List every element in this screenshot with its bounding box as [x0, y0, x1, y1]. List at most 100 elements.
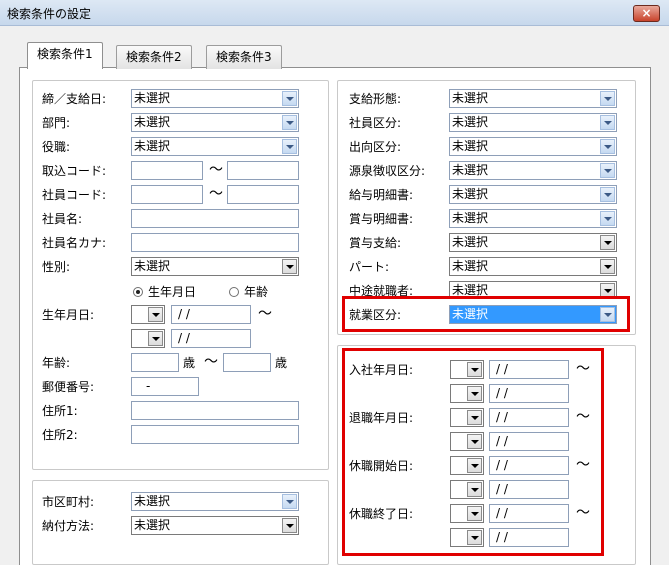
hire-date-era-from-select[interactable]: [450, 360, 484, 379]
withholding-value: 未選択: [452, 163, 489, 177]
employee-code-to-input[interactable]: [227, 185, 299, 204]
gender-value: 未選択: [134, 259, 171, 273]
withholding-label: 源泉徴収区分:: [349, 164, 426, 178]
employee-code-from-input[interactable]: [131, 185, 203, 204]
municipality-value: 未選択: [134, 494, 171, 508]
bonus-payment-select[interactable]: 未選択: [449, 233, 617, 252]
payslip-select[interactable]: 未選択: [449, 185, 617, 204]
birthdate-label: 生年月日:: [42, 308, 95, 322]
leave-end-from-value: / /: [496, 506, 508, 520]
chevron-down-icon: [600, 187, 615, 202]
range-tilde: ～: [576, 361, 590, 377]
postal-code-value: -: [146, 379, 151, 393]
age-radio-label: 年齢: [244, 285, 269, 299]
birthdate-to-value: / /: [178, 331, 190, 345]
retire-date-to-value: / /: [496, 434, 508, 448]
birthdate-radio[interactable]: [133, 287, 143, 297]
department-label: 部門:: [42, 116, 71, 130]
leave-start-from-input[interactable]: / /: [489, 456, 569, 475]
birthdate-from-input[interactable]: / /: [171, 305, 251, 324]
retire-date-from-input[interactable]: / /: [489, 408, 569, 427]
import-code-from-input[interactable]: [131, 161, 203, 180]
date-conditions-highlight: [342, 348, 604, 556]
tab-search-condition-3[interactable]: 検索条件3: [206, 45, 282, 69]
chevron-down-icon: [148, 307, 163, 322]
payslip-label: 給与明細書:: [349, 188, 414, 202]
birthdate-from-value: / /: [178, 307, 190, 321]
payday-label: 締／支給日:: [42, 92, 107, 106]
hire-date-era-to-select[interactable]: [450, 384, 484, 403]
birthdate-era-to-select[interactable]: [131, 329, 165, 348]
leave-end-from-input[interactable]: / /: [489, 504, 569, 523]
age-radio[interactable]: [229, 287, 239, 297]
birthdate-to-input[interactable]: / /: [171, 329, 251, 348]
tab-search-condition-2[interactable]: 検索条件2: [116, 45, 192, 69]
employee-name-label: 社員名:: [42, 212, 83, 226]
chevron-down-icon: [282, 494, 297, 509]
municipality-select[interactable]: 未選択: [131, 492, 299, 511]
employee-kana-label: 社員名カナ:: [42, 236, 107, 250]
withholding-select[interactable]: 未選択: [449, 161, 617, 180]
leave-start-era-to-select[interactable]: [450, 480, 484, 499]
employee-category-select[interactable]: 未選択: [449, 113, 617, 132]
address1-input[interactable]: [131, 401, 299, 420]
hire-date-label: 入社年月日:: [349, 363, 414, 377]
range-tilde: ～: [576, 409, 590, 425]
tab-search-condition-1[interactable]: 検索条件1: [27, 42, 103, 69]
employee-category-value: 未選択: [452, 115, 489, 129]
chevron-down-icon: [467, 386, 482, 401]
retire-date-era-to-select[interactable]: [450, 432, 484, 451]
gender-select[interactable]: 未選択: [131, 257, 299, 276]
chevron-down-icon: [600, 235, 615, 250]
payday-value: 未選択: [134, 91, 171, 105]
employee-code-label: 社員コード:: [42, 188, 107, 202]
employment-type-select[interactable]: 未選択: [449, 305, 617, 324]
employee-kana-input[interactable]: [131, 233, 299, 252]
chevron-down-icon: [600, 307, 615, 322]
chevron-down-icon: [467, 458, 482, 473]
age-from-input[interactable]: [131, 353, 179, 372]
retire-date-to-input[interactable]: / /: [489, 432, 569, 451]
close-button[interactable]: ×: [633, 5, 660, 22]
birthdate-era-from-select[interactable]: [131, 305, 165, 324]
payment-method-label: 納付方法:: [42, 519, 95, 533]
age-label: 年齢:: [42, 356, 71, 370]
range-tilde: ～: [258, 306, 272, 322]
address2-label: 住所2:: [42, 428, 78, 442]
leave-end-era-from-select[interactable]: [450, 504, 484, 523]
employee-name-input[interactable]: [131, 209, 299, 228]
chevron-down-icon: [282, 91, 297, 106]
leave-start-era-from-select[interactable]: [450, 456, 484, 475]
secondment-select[interactable]: 未選択: [449, 137, 617, 156]
chevron-down-icon: [467, 434, 482, 449]
part-time-select[interactable]: 未選択: [449, 257, 617, 276]
position-value: 未選択: [134, 139, 171, 153]
import-code-to-input[interactable]: [227, 161, 299, 180]
age-to-input[interactable]: [223, 353, 271, 372]
pay-type-select[interactable]: 未選択: [449, 89, 617, 108]
position-select[interactable]: 未選択: [131, 137, 299, 156]
department-select[interactable]: 未選択: [131, 113, 299, 132]
title-bar: [0, 0, 669, 26]
chevron-down-icon: [467, 530, 482, 545]
secondment-value: 未選択: [452, 139, 489, 153]
birthdate-radio-label: 生年月日: [148, 285, 197, 299]
retire-date-era-from-select[interactable]: [450, 408, 484, 427]
chevron-down-icon: [467, 410, 482, 425]
payment-method-select[interactable]: 未選択: [131, 516, 299, 535]
payday-select[interactable]: 未選択: [131, 89, 299, 108]
part-time-label: パート:: [349, 260, 390, 274]
hire-date-to-value: / /: [496, 386, 508, 400]
payslip-value: 未選択: [452, 187, 489, 201]
postal-code-input[interactable]: -: [131, 377, 199, 396]
leave-end-to-input[interactable]: / /: [489, 528, 569, 547]
bonus-slip-select[interactable]: 未選択: [449, 209, 617, 228]
leave-start-to-input[interactable]: / /: [489, 480, 569, 499]
employee-category-label: 社員区分:: [349, 116, 402, 130]
age-unit-from: 歳: [183, 356, 196, 370]
hire-date-to-input[interactable]: / /: [489, 384, 569, 403]
hire-date-from-input[interactable]: / /: [489, 360, 569, 379]
chevron-down-icon: [600, 259, 615, 274]
leave-end-era-to-select[interactable]: [450, 528, 484, 547]
address2-input[interactable]: [131, 425, 299, 444]
